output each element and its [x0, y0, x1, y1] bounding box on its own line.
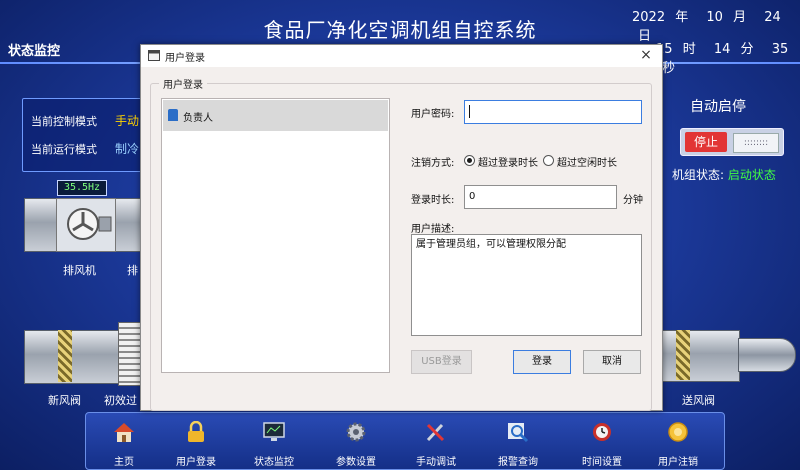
login-duration-label: 登录时长:	[411, 195, 455, 206]
section-tag: 状态监控	[8, 44, 61, 59]
login-group: 用户登录 负责人 用户密码: 注销方式: 超过登录时长 超过空闲时长 登录时长:…	[150, 76, 652, 411]
tools-icon	[426, 423, 445, 442]
radio-idle-duration-label[interactable]: 超过空闲时长	[557, 154, 617, 169]
logout-icon	[668, 422, 688, 442]
dialog-titlebar[interactable]: 用户登录 ×	[141, 45, 662, 67]
magnifier-icon	[508, 423, 529, 443]
login-duration-input[interactable]: 0	[464, 185, 617, 209]
stop-button[interactable]: 停止	[685, 132, 727, 152]
minute-value: 14	[713, 42, 731, 57]
list-item[interactable]: 负责人	[163, 100, 388, 131]
nav-user-login-label: 用户登录	[176, 457, 216, 468]
run-mode-label: 当前运行模式	[31, 143, 97, 156]
logout-mode-label: 注销方式:	[411, 158, 455, 169]
filter-icon	[118, 322, 142, 386]
radio-idle-duration[interactable]	[543, 155, 554, 166]
stop-switch[interactable]: 停止 ::::::::	[680, 128, 784, 156]
password-label: 用户密码:	[411, 109, 455, 120]
bottom-navbar: 主页 用户登录 状态监控 参数设置 手动调试 报警查询 时间设置 用户注销	[85, 412, 725, 470]
hour-unit: 时	[682, 42, 696, 57]
nav-time-settings-label: 时间设置	[582, 457, 622, 468]
fan-icon	[67, 208, 112, 240]
day-unit: 日	[638, 29, 652, 44]
control-mode-label: 当前控制模式	[31, 115, 97, 128]
exhaust-fan-housing	[56, 198, 116, 252]
gear-icon	[346, 422, 366, 442]
switch-grip[interactable]: ::::::::	[733, 133, 779, 153]
user-icon	[168, 109, 178, 121]
supply-air-valve-icon	[676, 330, 690, 380]
year-value: 2022	[632, 10, 666, 25]
second-value: 35	[771, 42, 789, 57]
cancel-button[interactable]: 取消	[583, 350, 641, 374]
auto-start-stop-title: 自动启停	[690, 99, 746, 115]
control-mode-value: 手动	[115, 114, 140, 128]
nav-parameter-settings[interactable]: 参数设置	[320, 413, 392, 469]
home-icon	[114, 423, 134, 442]
group-title: 用户登录	[159, 76, 207, 91]
nav-user-logout-label: 用户注销	[658, 457, 698, 468]
nav-parameter-settings-label: 参数设置	[336, 457, 376, 468]
nav-time-settings[interactable]: 时间设置	[566, 413, 638, 469]
nav-manual-debug-label: 手动调试	[416, 457, 456, 468]
usb-login-button[interactable]: USB登录	[411, 350, 472, 374]
password-input[interactable]	[464, 100, 642, 124]
description-textarea[interactable]: 属于管理员组，可以管理权限分配	[411, 234, 642, 336]
month-value: 10	[706, 10, 723, 25]
exhaust-fan-label-2: 排	[127, 264, 138, 277]
fan-frequency-readout: 35.5Hz	[57, 180, 107, 196]
day-value: 24	[764, 10, 781, 25]
text-cursor	[469, 105, 470, 118]
supply-air-valve-label: 送风阀	[682, 394, 715, 407]
description-label: 用户描述:	[411, 224, 455, 235]
month-unit: 月	[733, 10, 747, 25]
nav-home[interactable]: 主页	[88, 413, 160, 469]
login-button[interactable]: 登录	[513, 350, 571, 374]
fresh-air-valve-icon	[58, 330, 72, 382]
nav-user-login[interactable]: 用户登录	[160, 413, 232, 469]
time-display: 15 时 14 分 35 秒	[656, 38, 800, 76]
nav-alarm-query[interactable]: 报警查询	[482, 413, 554, 469]
lock-icon	[188, 421, 204, 442]
minute-unit: 分	[740, 42, 754, 57]
second-unit: 秒	[662, 61, 676, 76]
supply-pipe	[738, 338, 796, 372]
unit-status-value: 启动状态	[727, 168, 776, 182]
nav-status-monitor[interactable]: 状态监控	[238, 413, 310, 469]
user-name: 负责人	[183, 113, 213, 124]
nav-alarm-query-label: 报警查询	[498, 457, 538, 468]
clock-icon	[593, 423, 611, 441]
radio-login-duration[interactable]	[464, 155, 475, 166]
nav-user-logout[interactable]: 用户注销	[642, 413, 714, 469]
dialog-title: 用户登录	[165, 53, 205, 64]
exhaust-fan-label: 排风机	[63, 264, 96, 277]
run-mode-value: 制冷	[115, 142, 140, 156]
unit-status: 机组状态: 启动状态	[672, 166, 776, 183]
nav-home-label: 主页	[114, 457, 134, 468]
login-dialog: 用户登录 × 用户登录 负责人 用户密码: 注销方式: 超过登录时长 超过空闲时…	[140, 44, 663, 411]
window-icon	[148, 50, 160, 61]
login-duration-unit: 分钟	[623, 195, 643, 206]
mode-panel: 当前控制模式 手动 当前运行模式 制冷	[22, 98, 152, 172]
unit-status-label: 机组状态:	[672, 168, 725, 182]
dialog-body: 用户登录 负责人 用户密码: 注销方式: 超过登录时长 超过空闲时长 登录时长:…	[141, 67, 662, 411]
nav-status-monitor-label: 状态监控	[254, 457, 294, 468]
year-unit: 年	[675, 10, 689, 25]
primary-filter-label: 初效过	[104, 394, 137, 407]
monitor-icon	[263, 422, 285, 441]
radio-login-duration-label[interactable]: 超过登录时长	[478, 154, 538, 169]
close-icon[interactable]: ×	[638, 46, 654, 64]
nav-manual-debug[interactable]: 手动调试	[400, 413, 472, 469]
supply-duct	[660, 330, 740, 382]
user-list[interactable]: 负责人	[161, 98, 390, 373]
fresh-air-valve-label: 新风阀	[48, 394, 81, 407]
